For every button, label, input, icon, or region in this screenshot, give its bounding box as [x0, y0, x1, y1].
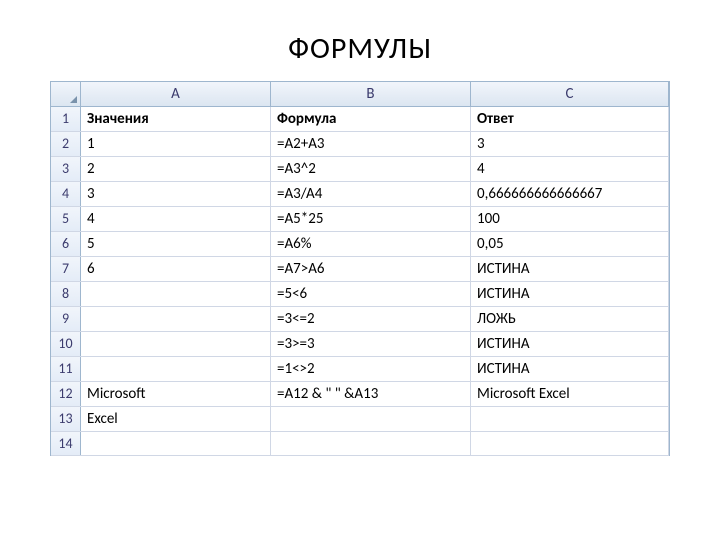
column-header-b[interactable]: B [271, 82, 471, 106]
cell-c[interactable]: 0,666666666666667 [471, 182, 669, 206]
table-row: 65=A6%0,05 [51, 232, 669, 257]
cell-c[interactable]: ЛОЖЬ [471, 307, 669, 331]
cell-b[interactable]: =A5*25 [271, 207, 471, 231]
cell-c[interactable] [471, 432, 669, 455]
row-header[interactable]: 6 [51, 232, 81, 256]
row-header[interactable]: 14 [51, 432, 81, 455]
table-row: 54=A5*25100 [51, 207, 669, 232]
cell-c[interactable]: 4 [471, 157, 669, 181]
cell-b[interactable]: =A6% [271, 232, 471, 256]
cell-a[interactable]: Значения [81, 107, 271, 131]
row-header[interactable]: 2 [51, 132, 81, 156]
cell-c[interactable]: 0,05 [471, 232, 669, 256]
cell-c[interactable]: ИСТИНА [471, 282, 669, 306]
row-header[interactable]: 10 [51, 332, 81, 356]
cell-a[interactable]: 1 [81, 132, 271, 156]
cell-c[interactable]: ИСТИНА [471, 332, 669, 356]
row-header[interactable]: 11 [51, 357, 81, 381]
cell-a[interactable]: 6 [81, 257, 271, 281]
cell-a[interactable]: 3 [81, 182, 271, 206]
row-header[interactable]: 8 [51, 282, 81, 306]
cell-c[interactable]: ИСТИНА [471, 357, 669, 381]
cell-a[interactable] [81, 282, 271, 306]
cell-b[interactable]: Формула [271, 107, 471, 131]
cell-b[interactable]: =A3^2 [271, 157, 471, 181]
cell-a[interactable]: 4 [81, 207, 271, 231]
table-row: 43=A3/A40,666666666666667 [51, 182, 669, 207]
cell-b[interactable]: =1<>2 [271, 357, 471, 381]
page-title: ФОРМУЛЫ [50, 30, 670, 67]
table-row: 11 =1<>2ИСТИНА [51, 357, 669, 382]
cell-a[interactable] [81, 332, 271, 356]
table-row: 8 =5<6ИСТИНА [51, 282, 669, 307]
cell-b[interactable]: =A7>A6 [271, 257, 471, 281]
cell-a[interactable]: Excel [81, 407, 271, 431]
cell-b[interactable] [271, 407, 471, 431]
column-header-a[interactable]: A [81, 82, 271, 106]
row-header[interactable]: 1 [51, 107, 81, 131]
table-row: 14 [51, 432, 669, 456]
cell-a[interactable] [81, 357, 271, 381]
table-row: 1ЗначенияФормулаОтвет [51, 107, 669, 132]
cell-c[interactable]: 3 [471, 132, 669, 156]
cell-c[interactable]: 100 [471, 207, 669, 231]
select-all-corner[interactable] [51, 82, 81, 106]
column-header-row: A B C [51, 82, 669, 107]
cell-b[interactable]: =A12 & " " &A13 [271, 382, 471, 406]
table-row: 32=A3^24 [51, 157, 669, 182]
cell-a[interactable] [81, 307, 271, 331]
row-header[interactable]: 7 [51, 257, 81, 281]
cell-c[interactable]: Microsoft Excel [471, 382, 669, 406]
table-row: 10 =3>=3ИСТИНА [51, 332, 669, 357]
row-header[interactable]: 9 [51, 307, 81, 331]
cell-b[interactable]: =A2+A3 [271, 132, 471, 156]
column-header-c[interactable]: C [471, 82, 669, 106]
cell-c[interactable]: Ответ [471, 107, 669, 131]
row-header[interactable]: 13 [51, 407, 81, 431]
row-header[interactable]: 3 [51, 157, 81, 181]
table-row: 76=A7>A6ИСТИНА [51, 257, 669, 282]
cell-a[interactable]: 5 [81, 232, 271, 256]
table-row: 9 =3<=2ЛОЖЬ [51, 307, 669, 332]
table-row: 12Microsoft=A12 & " " &A13Microsoft Exce… [51, 382, 669, 407]
cell-a[interactable]: Microsoft [81, 382, 271, 406]
cell-a[interactable] [81, 432, 271, 455]
cell-b[interactable] [271, 432, 471, 455]
cell-b[interactable]: =5<6 [271, 282, 471, 306]
table-row: 21=A2+A33 [51, 132, 669, 157]
cell-b[interactable]: =A3/A4 [271, 182, 471, 206]
row-header[interactable]: 12 [51, 382, 81, 406]
cell-b[interactable]: =3<=2 [271, 307, 471, 331]
cell-b[interactable]: =3>=3 [271, 332, 471, 356]
row-header[interactable]: 5 [51, 207, 81, 231]
cell-c[interactable] [471, 407, 669, 431]
row-header[interactable]: 4 [51, 182, 81, 206]
table-row: 13Excel [51, 407, 669, 432]
cell-a[interactable]: 2 [81, 157, 271, 181]
cell-c[interactable]: ИСТИНА [471, 257, 669, 281]
spreadsheet: A B C 1ЗначенияФормулаОтвет21=A2+A3332=A… [50, 81, 670, 456]
